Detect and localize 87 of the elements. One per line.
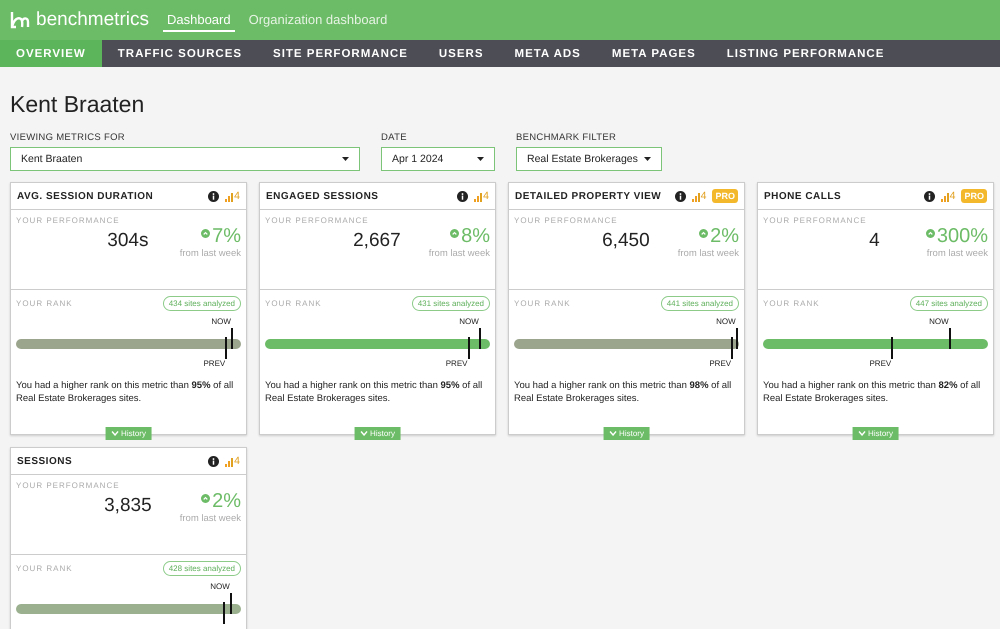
chevron-down-icon bbox=[111, 431, 118, 436]
prev-label: PREV bbox=[203, 359, 226, 368]
change-percent: 300% bbox=[936, 225, 988, 248]
change-percent: 2% bbox=[710, 225, 739, 248]
prev-label: PREV bbox=[709, 359, 732, 368]
metric-value: 6,450 bbox=[601, 230, 651, 252]
now-label: NOW bbox=[459, 317, 479, 326]
chevron-down-icon bbox=[360, 431, 368, 436]
section-label: YOUR PERFORMANCE bbox=[514, 216, 619, 225]
up-arrow-icon bbox=[450, 229, 460, 238]
section-label: YOUR RANK bbox=[16, 299, 73, 308]
brand-name: benchmetrics bbox=[36, 9, 149, 31]
caret-icon bbox=[342, 157, 349, 161]
info-icon[interactable] bbox=[208, 456, 220, 466]
metric-value: 2,667 bbox=[352, 230, 402, 252]
nav-tab[interactable]: LISTING PERFORMANCE bbox=[710, 40, 900, 67]
info-icon[interactable] bbox=[208, 190, 220, 202]
signal-badge: 4 bbox=[225, 190, 240, 202]
up-arrow-icon bbox=[699, 229, 708, 238]
caret-icon bbox=[477, 157, 484, 161]
section-label: YOUR PERFORMANCE bbox=[265, 216, 370, 225]
sites-badge: 434 sites analyzed bbox=[162, 296, 241, 311]
sites-badge: 431 sites analyzed bbox=[412, 296, 490, 311]
up-arrow-icon bbox=[926, 229, 935, 238]
section-label: YOUR RANK bbox=[265, 299, 322, 308]
card-title: ENGAGED SESSIONS bbox=[266, 190, 380, 202]
section-label: YOUR PERFORMANCE bbox=[763, 216, 868, 225]
logo-icon bbox=[10, 11, 30, 29]
card-title: DETAILED PROPERTY VIEW bbox=[515, 190, 662, 202]
filter-dropdown[interactable]: Real Estate Brokerages bbox=[516, 147, 662, 171]
filter-label: DATE bbox=[381, 132, 408, 143]
card-title: SESSIONS bbox=[17, 456, 74, 466]
card-title: AVG. SESSION DURATION bbox=[17, 190, 154, 202]
sites-badge: 428 sites analyzed bbox=[162, 561, 241, 576]
now-label: NOW bbox=[210, 582, 230, 591]
chevron-down-icon bbox=[858, 431, 866, 436]
change-note: from last week bbox=[428, 248, 490, 259]
up-arrow-icon bbox=[201, 494, 210, 503]
page-title: Kent Braaten bbox=[10, 91, 146, 118]
info-icon[interactable] bbox=[457, 190, 468, 202]
now-label: NOW bbox=[716, 317, 736, 326]
filter-label: VIEWING METRICS FOR bbox=[10, 132, 126, 143]
nav-tab[interactable]: META PAGES bbox=[596, 40, 712, 67]
section-label: YOUR RANK bbox=[514, 299, 571, 308]
change-percent: 8% bbox=[461, 225, 490, 248]
now-label: NOW bbox=[211, 317, 231, 326]
change-note: from last week bbox=[678, 248, 739, 259]
signal-badge: 4 bbox=[692, 190, 706, 202]
rank-summary: You had a higher rank on this metric than 95% of all Real Estate Brokerages sites. bbox=[265, 379, 484, 405]
section-label: YOUR PERFORMANCE bbox=[16, 481, 121, 490]
nav-tab[interactable]: TRAFFIC SOURCES bbox=[102, 40, 258, 67]
change-percent: 7% bbox=[212, 225, 241, 248]
sites-badge: 441 sites analyzed bbox=[660, 296, 739, 311]
info-icon[interactable] bbox=[674, 190, 686, 202]
pro-badge: PRO bbox=[712, 189, 738, 203]
metric-value: 3,835 bbox=[103, 495, 153, 517]
rank-summary: You had a higher rank on this metric than 98% of all Real Estate Brokerages sites. bbox=[514, 379, 732, 405]
prev-label: PREV bbox=[446, 359, 468, 368]
card-title: PHONE CALLS bbox=[764, 190, 842, 202]
section-label: YOUR PERFORMANCE bbox=[16, 216, 121, 225]
signal-badge: 4 bbox=[225, 455, 240, 467]
sites-badge: 447 sites analyzed bbox=[910, 296, 988, 311]
change-note: from last week bbox=[926, 248, 988, 259]
pro-badge: PRO bbox=[961, 189, 987, 203]
filter-label: BENCHMARK FILTER bbox=[516, 132, 618, 143]
filter-dropdown[interactable]: Kent Braaten bbox=[10, 147, 360, 171]
metric-value: 4 bbox=[868, 230, 881, 252]
caret-icon bbox=[644, 157, 651, 161]
up-arrow-icon bbox=[201, 229, 210, 238]
nav-tab[interactable]: META ADS bbox=[498, 40, 597, 67]
filter-dropdown[interactable]: Apr 1 2024 bbox=[381, 147, 495, 171]
section-label: YOUR RANK bbox=[763, 299, 820, 308]
change-note: from last week bbox=[180, 248, 241, 259]
change-percent: 2% bbox=[212, 490, 241, 513]
chevron-down-icon bbox=[609, 431, 616, 436]
section-label: YOUR RANK bbox=[16, 564, 73, 573]
rank-summary: You had a higher rank on this metric than 95% of all Real Estate Brokerages sites. bbox=[16, 379, 234, 405]
nav-tab[interactable]: USERS bbox=[422, 40, 500, 67]
change-note: from last week bbox=[180, 513, 241, 524]
metric-value: 304s bbox=[106, 230, 150, 252]
now-label: NOW bbox=[929, 317, 949, 326]
rank-summary: You had a higher rank on this metric than 82% of all Real Estate Brokerages sites. bbox=[763, 379, 982, 405]
signal-badge: 4 bbox=[940, 190, 956, 202]
prev-label: PREV bbox=[869, 359, 892, 368]
info-icon[interactable] bbox=[924, 190, 935, 202]
nav-tab[interactable]: SITE PERFORMANCE bbox=[257, 40, 424, 67]
signal-badge: 4 bbox=[474, 190, 489, 202]
